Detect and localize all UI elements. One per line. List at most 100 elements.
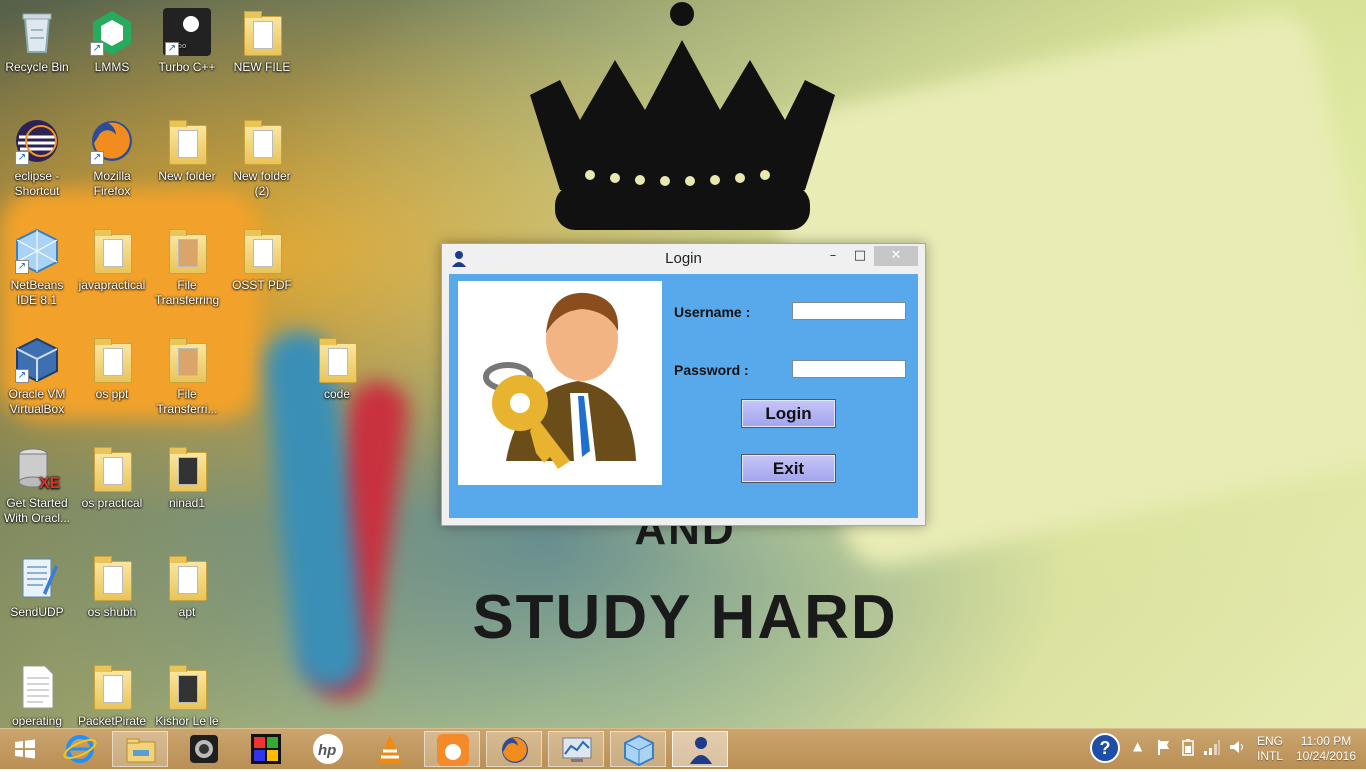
- language-indicator[interactable]: ENG INTL: [1252, 734, 1288, 764]
- language-line1: ENG: [1256, 734, 1283, 748]
- exit-button[interactable]: Exit: [741, 454, 836, 483]
- title-bar[interactable]: Login – □ ✕: [442, 244, 925, 274]
- desktop-icon-apt[interactable]: apt: [150, 553, 224, 620]
- password-field[interactable]: [792, 360, 906, 378]
- folder-icon: [163, 444, 211, 492]
- clock-date: 10/24/2016: [1295, 749, 1357, 763]
- icon-label: OSST PDF: [232, 278, 292, 292]
- desktop-icon-eclipse[interactable]: ↗ eclipse - Shortcut: [0, 117, 74, 199]
- shortcut-arrow-icon: ↗: [90, 42, 104, 56]
- lmms-icon: ↗: [88, 8, 136, 56]
- folder-icon: [88, 662, 136, 710]
- desktop-icon-kishor-le-le[interactable]: Kishor Le le: [150, 662, 224, 728]
- shortcut-arrow-icon: ↗: [15, 369, 29, 383]
- login-client-area: Username : Password : Login Exit: [449, 274, 918, 518]
- icon-label: Oracle VM VirtualBox: [8, 387, 66, 416]
- folder-icon: [313, 335, 361, 383]
- notepad-icon: [13, 553, 61, 601]
- taskbar-system-monitor[interactable]: [548, 731, 604, 767]
- desktop-icon-recycle-bin[interactable]: Recycle Bin: [0, 8, 74, 75]
- folder-icon: [88, 444, 136, 492]
- desktop-icon-turbo-cpp[interactable]: Turbo ↗ Turbo C++: [150, 8, 224, 75]
- taskbar: hp ? ▲ ENG INTL 11:00 PM 10/24/2016: [0, 728, 1366, 769]
- network-signal-icon[interactable]: [1203, 738, 1221, 760]
- folder-icon: [88, 553, 136, 601]
- desktop-icon-firefox[interactable]: ↗ Mozilla Firefox: [75, 117, 149, 199]
- battery-icon[interactable]: [1180, 738, 1196, 760]
- desktop-icon-new-folder-2[interactable]: New folder (2): [225, 117, 299, 199]
- clock-time: 11:00 PM: [1300, 734, 1352, 748]
- netbeans-icon: ↗: [13, 226, 61, 274]
- folder-icon: [163, 117, 211, 165]
- desktop-icon-code[interactable]: code: [300, 335, 374, 402]
- taskbar-uc-browser[interactable]: [424, 731, 480, 767]
- icon-label: SendUDP: [10, 605, 64, 619]
- desktop-icon-file-transferring[interactable]: File Transferring: [150, 226, 224, 308]
- desktop-icon-osst-pdf[interactable]: OSST PDF: [225, 226, 299, 293]
- icon-label: javapractical: [78, 278, 146, 292]
- taskbar-virtualbox[interactable]: [610, 731, 666, 767]
- desktop-icon-netbeans[interactable]: ↗ NetBeans IDE 8.1: [0, 226, 74, 308]
- taskbar-java-login-app[interactable]: [672, 731, 728, 767]
- volume-icon[interactable]: [1228, 738, 1246, 760]
- shortcut-arrow-icon: ↗: [90, 151, 104, 165]
- desktop-icon-new-folder[interactable]: New folder: [150, 117, 224, 184]
- uc-browser-icon: [437, 734, 469, 766]
- desktop-icon-sendudp[interactable]: SendUDP: [0, 553, 74, 620]
- wallpaper-text-study-hard: STUDY HARD: [472, 583, 898, 652]
- desktop-icon-os-ppt[interactable]: os ppt: [75, 335, 149, 402]
- icon-label: Mozilla Firefox: [93, 169, 131, 198]
- firefox-icon: [502, 737, 528, 763]
- help-icon[interactable]: ?: [1090, 733, 1120, 763]
- show-hidden-icons-icon[interactable]: ▲: [1133, 739, 1142, 753]
- icon-label: File Transferri...: [156, 387, 218, 416]
- taskbar-colorful-app[interactable]: [238, 731, 294, 767]
- icon-label: os practical: [81, 496, 143, 510]
- desktop-icon-new-file[interactable]: NEW FILE: [225, 8, 299, 75]
- desktop-icon-packetpirate[interactable]: PacketPirate: [75, 662, 149, 728]
- icon-label: New folder (2): [233, 169, 291, 198]
- folder-icon: [238, 226, 286, 274]
- icon-label: New folder: [158, 169, 216, 183]
- svg-text:XE: XE: [39, 475, 61, 492]
- desktop-icon-javapractical[interactable]: javapractical: [75, 226, 149, 293]
- taskbar-internet-explorer[interactable]: [52, 731, 108, 767]
- desktop-icon-virtualbox[interactable]: ↗ Oracle VM VirtualBox: [0, 335, 74, 417]
- text-file-icon: [13, 662, 61, 710]
- desktop-icon-oracle-xe[interactable]: XE Get Started With Oracl...: [0, 444, 74, 526]
- taskbar-hp[interactable]: hp: [300, 731, 356, 767]
- icon-label: ninad1: [168, 496, 206, 510]
- folder-icon: [163, 553, 211, 601]
- shortcut-arrow-icon: ↗: [165, 42, 179, 56]
- password-label: Password :: [674, 362, 749, 378]
- minimize-button[interactable]: –: [822, 246, 844, 266]
- folder-icon: [238, 117, 286, 165]
- desktop-icon-os-shubh[interactable]: os shubh: [75, 553, 149, 620]
- close-button[interactable]: ✕: [874, 246, 918, 266]
- taskbar-file-explorer[interactable]: [112, 731, 168, 767]
- icon-label: LMMS: [94, 60, 130, 74]
- crown-graphic: [520, 0, 845, 240]
- maximize-button[interactable]: □: [849, 246, 871, 266]
- desktop-icon-file-transferring-2[interactable]: File Transferri...: [150, 335, 224, 417]
- login-button[interactable]: Login: [741, 399, 836, 428]
- taskbar-vlc[interactable]: [362, 731, 418, 767]
- desktop-icon-operating-system[interactable]: operating system: [0, 662, 74, 728]
- clock[interactable]: 11:00 PM 10/24/2016: [1290, 734, 1362, 764]
- username-field[interactable]: [792, 302, 906, 320]
- oracle-xe-icon: XE: [13, 444, 61, 492]
- taskbar-firefox[interactable]: [486, 731, 542, 767]
- firefox-icon: ↗: [88, 117, 136, 165]
- folder-icon: [238, 8, 286, 56]
- windows-start-icon: [15, 739, 35, 759]
- taskbar-webcam[interactable]: [176, 731, 232, 767]
- flag-icon[interactable]: [1156, 738, 1172, 760]
- virtualbox-icon: ↗: [13, 335, 61, 383]
- desktop-icon-os-practical[interactable]: os practical: [75, 444, 149, 511]
- desktop-icon-lmms[interactable]: ↗ LMMS: [75, 8, 149, 75]
- start-button[interactable]: [2, 731, 48, 767]
- desktop-icon-ninad1[interactable]: ninad1: [150, 444, 224, 511]
- hp-icon: hp: [313, 734, 343, 764]
- icon-label: code: [323, 387, 351, 401]
- folder-icon: [163, 335, 211, 383]
